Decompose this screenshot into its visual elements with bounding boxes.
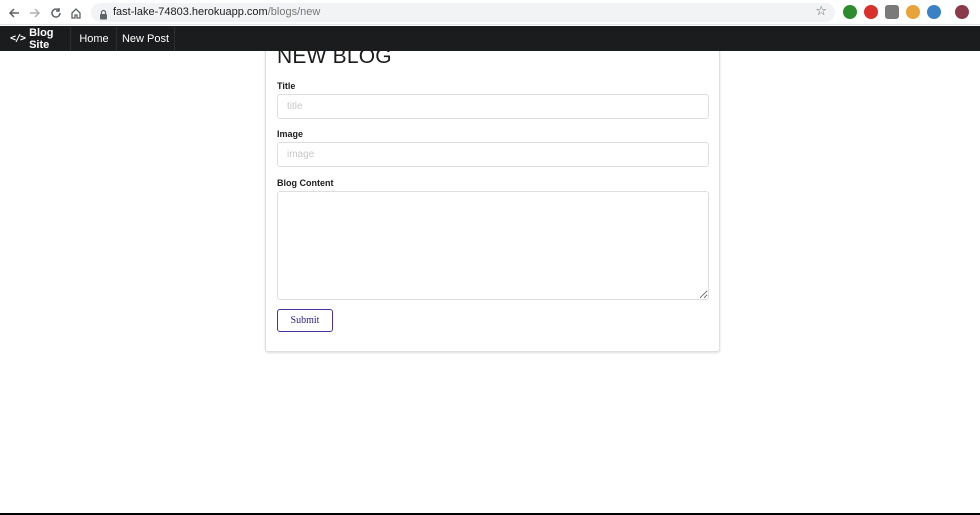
nav-item-label: New Post	[121, 32, 170, 45]
reload-icon[interactable]	[47, 4, 65, 22]
nav-item-label: Home	[79, 32, 109, 45]
brand-label: Blog Site	[29, 26, 54, 51]
title-label: Title	[277, 81, 296, 91]
url-path: /blogs/new	[267, 6, 321, 18]
image-input[interactable]	[277, 142, 709, 167]
image-label: Image	[277, 129, 304, 139]
nav-item-home[interactable]: Home	[72, 26, 117, 51]
back-icon[interactable]	[5, 4, 23, 22]
extension-icon[interactable]	[906, 5, 920, 19]
address-bar[interactable]: fast-lake-74803.herokuapp.com/blogs/new …	[91, 3, 835, 22]
star-icon[interactable]: ☆	[815, 4, 827, 19]
new-blog-form: NEW BLOG Title Image Blog Content Submit	[265, 40, 720, 352]
forward-icon[interactable]	[26, 4, 44, 22]
url-host: fast-lake-74803.herokuapp.com	[113, 6, 268, 18]
home-icon[interactable]	[67, 4, 85, 22]
blog-content-label: Blog Content	[277, 178, 334, 188]
url-text: fast-lake-74803.herokuapp.com/blogs/new	[113, 5, 320, 20]
submit-button[interactable]: Submit	[277, 309, 333, 332]
extension-icon[interactable]	[927, 5, 941, 19]
title-input[interactable]	[277, 94, 709, 119]
extension-icon[interactable]	[885, 5, 899, 19]
extension-icon[interactable]	[843, 5, 857, 19]
code-icon: </>	[10, 33, 26, 44]
browser-toolbar: fast-lake-74803.herokuapp.com/blogs/new …	[0, 0, 980, 25]
nav-item-new-post[interactable]: New Post	[117, 26, 175, 51]
profile-avatar[interactable]	[955, 5, 969, 19]
extension-icon[interactable]	[864, 5, 878, 19]
blog-content-textarea[interactable]	[277, 191, 709, 300]
brand-link[interactable]: </> Blog Site	[0, 26, 71, 51]
top-navbar: </> Blog Site Home New Post	[0, 26, 980, 51]
lock-icon	[99, 7, 108, 20]
page: fast-lake-74803.herokuapp.com/blogs/new …	[0, 0, 980, 515]
